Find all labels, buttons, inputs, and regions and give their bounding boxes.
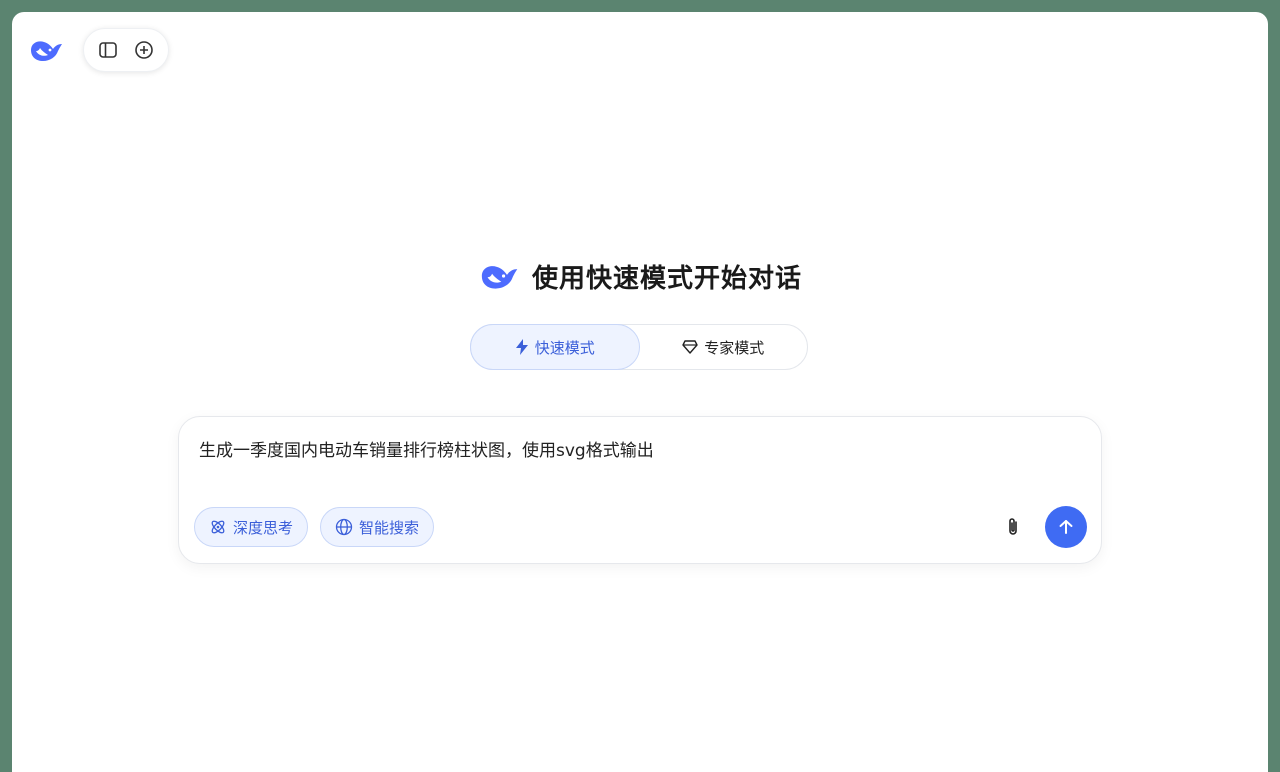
logo-icon (481, 266, 518, 289)
chat-input[interactable]: 生成一季度国内电动车销量排行榜柱状图，使用svg格式输出 (199, 439, 1081, 463)
fast-mode-button[interactable]: 快速模式 (470, 324, 640, 370)
chat-input-box: 生成一季度国内电动车销量排行榜柱状图，使用svg格式输出 深度思考 智能搜索 (178, 416, 1102, 564)
paperclip-icon[interactable] (1001, 515, 1025, 539)
fast-mode-label: 快速模式 (534, 338, 595, 357)
smart-search-button[interactable]: 智能搜索 (320, 507, 435, 547)
sidebar-toggle-button[interactable] (94, 36, 122, 64)
app-window: 使用快速模式开始对话 快速模式 专家模式 生成一季度国内电动车销量排行榜柱状图，… (12, 12, 1268, 772)
deep-think-label: 深度思考 (233, 518, 294, 537)
expert-mode-button[interactable]: 专家模式 (640, 324, 808, 370)
logo-icon[interactable] (28, 36, 64, 64)
diamond-icon (682, 340, 698, 354)
atom-icon (211, 520, 225, 534)
new-chat-icon (135, 41, 153, 59)
top-toolbar (83, 28, 169, 72)
new-chat-button[interactable] (130, 36, 158, 64)
arrow-up-icon (1059, 520, 1073, 534)
mode-switch: 快速模式 专家模式 (470, 324, 808, 370)
globe-icon (335, 518, 353, 536)
expert-mode-label: 专家模式 (704, 338, 765, 357)
send-button[interactable] (1045, 506, 1087, 548)
lightning-icon (515, 339, 528, 355)
smart-search-label: 智能搜索 (359, 518, 420, 537)
deep-think-button[interactable]: 深度思考 (194, 507, 309, 547)
sidebar-toggle-icon (99, 42, 117, 58)
welcome-heading: 使用快速模式开始对话 (12, 256, 1268, 296)
page-title: 使用快速模式开始对话 (531, 263, 802, 294)
